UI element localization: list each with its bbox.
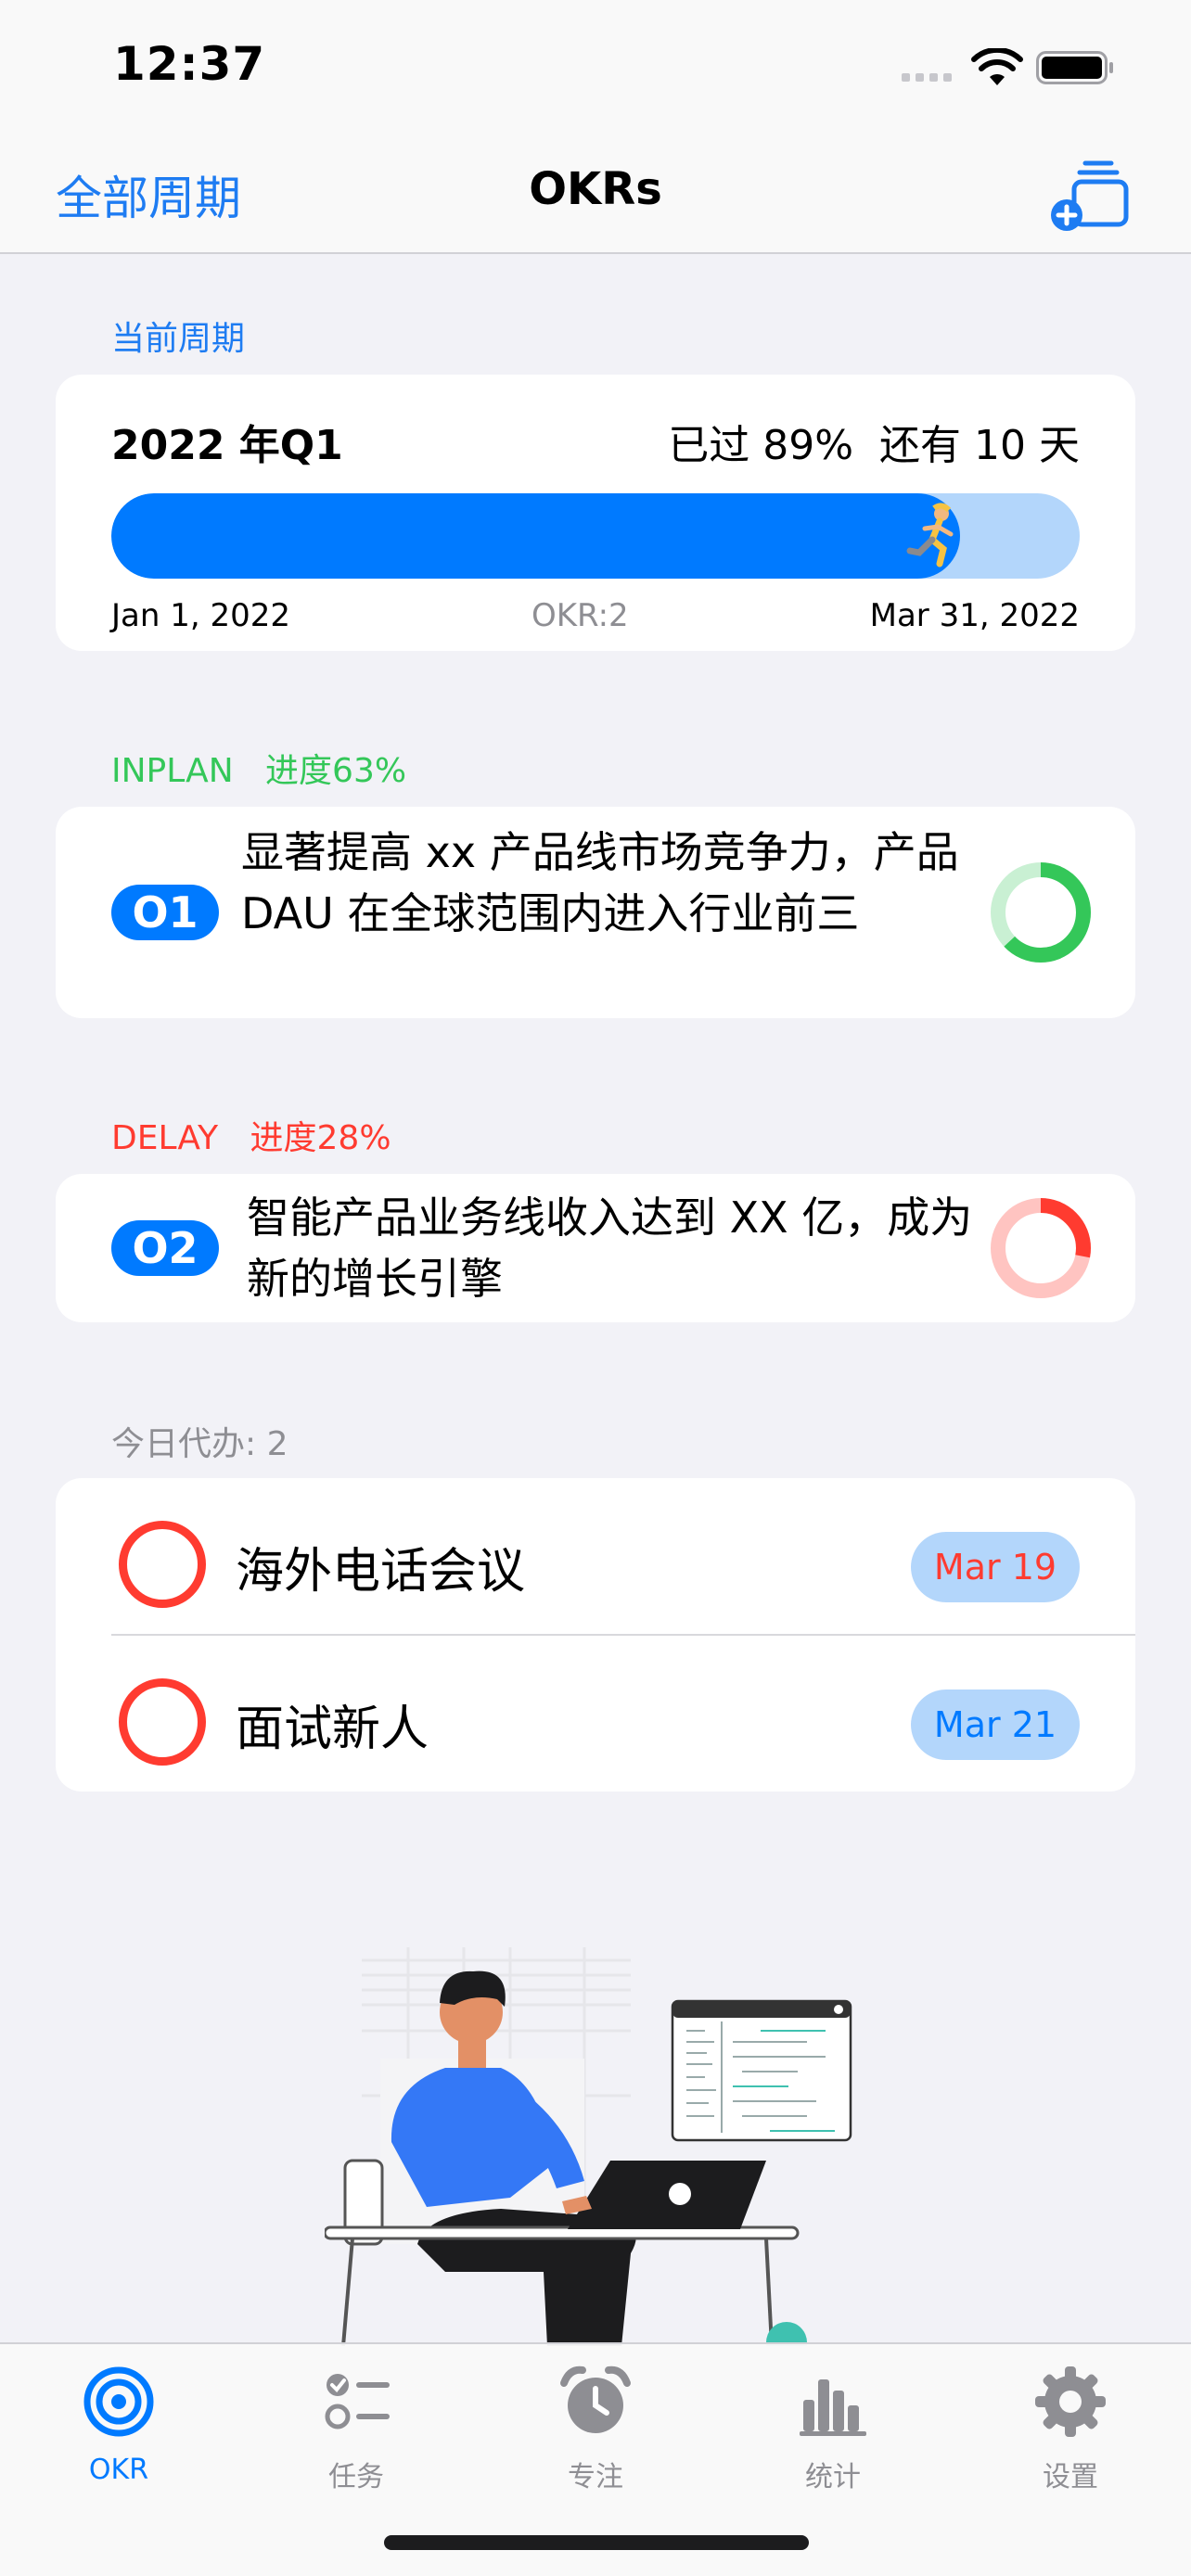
tab-label: 设置 [1043, 2461, 1098, 2493]
todo-date-badge: Mar 21 [911, 1690, 1080, 1760]
objective-2-badge: O2 [111, 1220, 219, 1276]
days-remaining: 还有 10 天 [879, 422, 1080, 469]
objective-2-progress-label: 进度28% [250, 1119, 391, 1157]
battery-icon [1036, 51, 1113, 84]
todo-section-label: 今日代办: 2 [111, 1425, 288, 1463]
navigation-bar: 全部周期 OKRs [0, 139, 1191, 254]
alarm-clock-icon [560, 2366, 631, 2433]
period-progress-fill [111, 493, 961, 579]
todo-title: 海外电话会议 [236, 1544, 526, 1600]
current-period-label: 当前周期 [111, 320, 246, 358]
start-date: Jan 1, 2022 [111, 597, 290, 634]
developer-illustration [325, 1947, 852, 2346]
add-stack-icon[interactable] [1048, 156, 1132, 234]
tab-settings[interactable]: 设置 [987, 2363, 1154, 2502]
objective-1-status: INPLAN [111, 752, 234, 790]
elapsed-percent: 已过 89% [668, 422, 854, 469]
tab-label: OKR [88, 2454, 149, 2486]
status-time: 12:37 [113, 37, 266, 91]
current-period-card[interactable]: 2022 年Q1 已过 89% 还有 10 天 Jan 1, 2022 OKR:… [56, 375, 1135, 651]
tab-label: 统计 [805, 2461, 861, 2493]
page-title: OKRs [529, 163, 662, 215]
tab-label: 任务 [328, 2461, 384, 2493]
cellular-signal-icon [902, 73, 952, 82]
tab-label: 专注 [568, 2461, 623, 2493]
tab-tasks[interactable]: 任务 [273, 2363, 440, 2502]
objective-1-progress-label: 进度63% [265, 752, 407, 790]
todo-checkbox[interactable] [119, 1678, 206, 1766]
objective-2-text: 智能产品业务线收入达到 XX 亿，成为新的增长引擎 [247, 1192, 973, 1304]
period-stats: 已过 89% 还有 10 天 [668, 412, 1080, 471]
objective-1-text: 显著提高 xx 产品线市场竞争力，产品 DAU 在全球范围内进入行业前三 [241, 827, 959, 938]
todo-checkbox[interactable] [119, 1521, 206, 1608]
okr-screen: 12:37 全部周期 OKRs 当前周期 2022 年Q1 已过 89% 还有 … [0, 0, 1191, 2576]
runner-icon [906, 503, 954, 567]
todo-item[interactable]: 海外电话会议 Mar 19 [56, 1478, 1135, 1636]
end-date: Mar 31, 2022 [869, 597, 1080, 634]
home-indicator [384, 2535, 809, 2550]
checklist-icon [325, 2374, 390, 2429]
objective-2-status: DELAY [111, 1119, 219, 1157]
todo-title: 面试新人 [236, 1702, 429, 1757]
objective-1-status-header: INPLAN 进度63% [111, 744, 406, 792]
tab-focus[interactable]: 专注 [512, 2363, 679, 2502]
okr-count: OKR:2 [531, 597, 629, 634]
objective-card-2[interactable]: O2 智能产品业务线收入达到 XX 亿，成为新的增长引擎 [56, 1174, 1135, 1322]
period-title: 2022 年Q1 [111, 422, 343, 469]
objective-2-progress-ring [991, 1198, 1091, 1298]
wifi-icon [971, 48, 1023, 85]
period-date-row: Jan 1, 2022 OKR:2 Mar 31, 2022 [111, 597, 1080, 634]
period-progress-bar [111, 493, 1080, 579]
objective-2-status-header: DELAY 进度28% [111, 1111, 391, 1159]
tab-okr[interactable]: OKR [35, 2363, 202, 2502]
gear-icon [1035, 2366, 1106, 2437]
objective-1-progress-ring [991, 862, 1091, 963]
todo-card: 海外电话会议 Mar 19 面试新人 Mar 21 [56, 1478, 1135, 1792]
target-icon [83, 2366, 154, 2437]
tab-stats[interactable]: 统计 [749, 2363, 916, 2502]
todo-item[interactable]: 面试新人 Mar 21 [56, 1636, 1135, 1792]
objective-1-badge: O1 [111, 885, 219, 940]
todo-date-badge: Mar 19 [911, 1532, 1080, 1602]
bar-chart-icon [800, 2379, 866, 2436]
objective-card-1[interactable]: O1 显著提高 xx 产品线市场竞争力，产品 DAU 在全球范围内进入行业前三 [56, 807, 1135, 1018]
status-bar: 12:37 [0, 0, 1191, 139]
